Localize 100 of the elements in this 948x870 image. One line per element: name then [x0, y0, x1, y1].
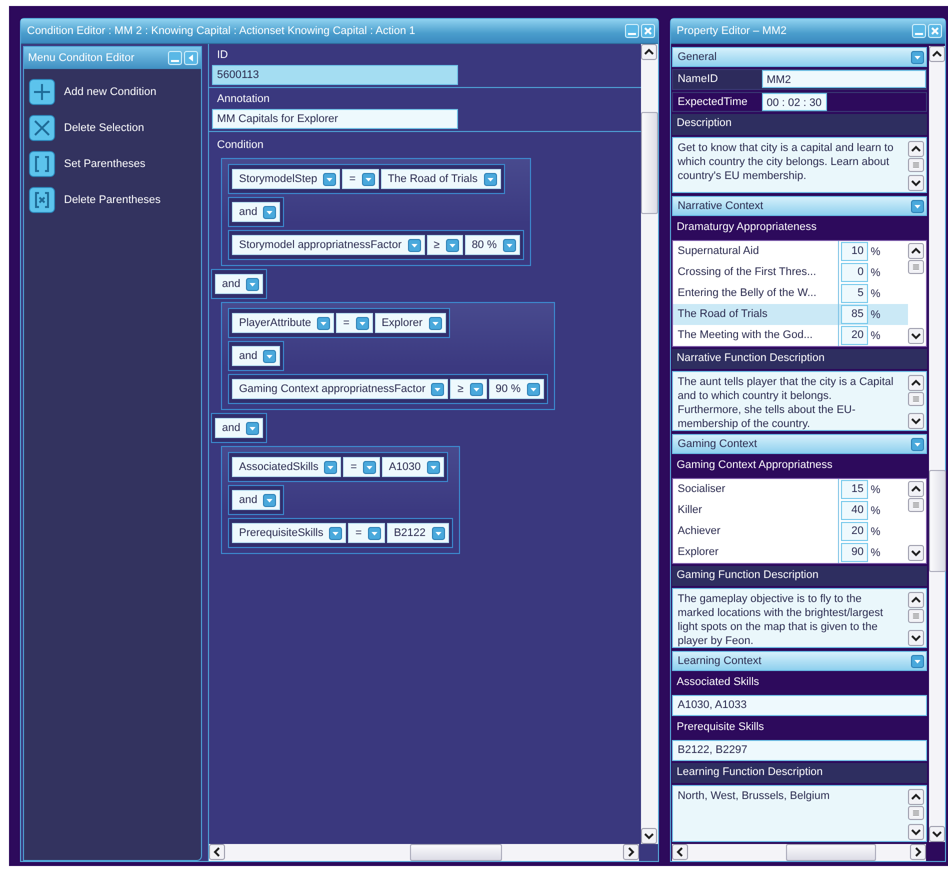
scroll-down-button[interactable]: [908, 328, 924, 344]
caret-icon[interactable]: [324, 460, 338, 474]
scrollbar-thumb[interactable]: [786, 844, 876, 861]
dropdown[interactable]: =: [348, 523, 385, 543]
scrollbar-thumb[interactable]: [908, 260, 924, 274]
text-field[interactable]: 00 : 02 : 30: [762, 93, 827, 112]
dropdown[interactable]: 90 %: [488, 379, 544, 399]
percent-field[interactable]: 20: [840, 522, 868, 542]
caret-icon[interactable]: [317, 316, 330, 330]
caret-icon[interactable]: [263, 206, 276, 218]
scroll-up-button[interactable]: [908, 789, 924, 806]
scroll-up-button[interactable]: [908, 592, 924, 608]
dropdown[interactable]: and: [232, 346, 280, 366]
caret-icon[interactable]: [526, 382, 540, 396]
dropdown[interactable]: Explorer: [374, 313, 446, 333]
caret-icon[interactable]: [329, 526, 342, 540]
minimize-icon[interactable]: [624, 24, 639, 38]
expand-caret-icon[interactable]: [911, 438, 924, 451]
dropdown[interactable]: ≥: [450, 379, 487, 399]
dropdown[interactable]: =: [343, 457, 380, 477]
scrollbar-thumb[interactable]: [929, 470, 946, 572]
horizontal-scrollbar[interactable]: [209, 844, 639, 861]
text-area[interactable]: The gameplay objective is to fly to the marked locations with the brightest/largest light spots on the map that is given to the player by Feon.: [672, 588, 927, 648]
scrollbar-thumb[interactable]: [908, 609, 924, 624]
caret-icon[interactable]: [470, 382, 483, 396]
list-row[interactable]: Crossing of the First Thres... 0 %: [672, 262, 908, 284]
dropdown[interactable]: =: [342, 169, 379, 189]
expand-caret-icon[interactable]: [911, 654, 924, 668]
list-row[interactable]: Killer 40 %: [672, 500, 908, 522]
scroll-left-button[interactable]: [672, 844, 688, 860]
scrollbar-thumb[interactable]: [410, 844, 502, 861]
scroll-up-button[interactable]: [640, 44, 657, 60]
minimize-icon[interactable]: [168, 51, 182, 65]
scroll-left-button[interactable]: [209, 844, 225, 860]
dropdown[interactable]: StorymodelStep: [232, 169, 340, 189]
list-row[interactable]: Supernatural Aid 10 %: [672, 241, 908, 262]
caret-icon[interactable]: [502, 238, 516, 252]
text-field[interactable]: 5600113: [212, 65, 458, 85]
list-row[interactable]: Socialiser 15 %: [672, 479, 908, 500]
scrollbar-thumb[interactable]: [908, 392, 924, 406]
scrollbar-thumb[interactable]: [908, 498, 924, 512]
caret-icon[interactable]: [263, 350, 276, 362]
scroll-up-button[interactable]: [929, 46, 945, 62]
menu-item[interactable]: Delete Selection: [24, 115, 201, 141]
percent-field[interactable]: 0: [840, 263, 868, 282]
caret-icon[interactable]: [362, 172, 375, 186]
dropdown[interactable]: and: [232, 490, 280, 510]
vertical-scrollbar[interactable]: [908, 479, 924, 564]
vertical-scrollbar[interactable]: [640, 44, 658, 844]
percent-field[interactable]: 5: [840, 284, 868, 304]
scroll-down-button[interactable]: [929, 826, 945, 842]
caret-icon[interactable]: [246, 278, 260, 290]
vertical-scrollbar[interactable]: [929, 46, 945, 842]
dropdown[interactable]: B2122: [386, 523, 449, 543]
caret-icon[interactable]: [323, 172, 336, 186]
caret-icon[interactable]: [432, 526, 445, 540]
scroll-down-button[interactable]: [908, 413, 924, 430]
section-header[interactable]: Gaming Context: [672, 434, 927, 454]
dropdown[interactable]: AssociatedSkills: [232, 457, 342, 477]
caret-icon[interactable]: [263, 494, 276, 506]
scroll-down-button[interactable]: [908, 175, 924, 192]
text-field[interactable]: MM Capitals for Explorer: [212, 109, 458, 129]
close-icon[interactable]: [640, 24, 655, 38]
section-header[interactable]: Learning Context: [672, 651, 927, 672]
caret-icon[interactable]: [484, 172, 497, 186]
scroll-right-button[interactable]: [910, 844, 926, 860]
vertical-scrollbar[interactable]: [908, 375, 924, 430]
percent-field[interactable]: 15: [840, 480, 868, 500]
dropdown[interactable]: PrerequisiteSkills: [232, 523, 346, 543]
scroll-up-button[interactable]: [908, 481, 924, 498]
list-row[interactable]: The Road of Trials 85 %: [672, 304, 908, 326]
text-area[interactable]: Get to know that city is a capital and learn to which country the city belongs. Learn about country's EU membership.: [672, 136, 927, 194]
text-area[interactable]: North, West, Brussels, Belgium: [672, 785, 927, 842]
expand-caret-icon[interactable]: [911, 200, 924, 213]
caret-icon[interactable]: [246, 422, 260, 434]
list-row[interactable]: Explorer 90 %: [672, 542, 908, 564]
scroll-up-button[interactable]: [908, 140, 924, 157]
menu-item[interactable]: Add new Condition: [24, 79, 201, 105]
scroll-down-button[interactable]: [908, 824, 924, 840]
caret-icon[interactable]: [426, 460, 440, 474]
text-area[interactable]: The aunt tells player that the city is a Capital and to which country it belongs. Furthermore, she tells about the EU-membership of the country.: [672, 371, 927, 432]
collapse-left-icon[interactable]: [184, 51, 198, 65]
dropdown[interactable]: and: [232, 202, 280, 222]
minimize-icon[interactable]: [912, 24, 926, 38]
dropdown[interactable]: A1030: [382, 457, 444, 477]
dropdown[interactable]: 80 %: [464, 235, 520, 255]
percent-field[interactable]: 90: [840, 543, 868, 562]
section-header[interactable]: General: [672, 47, 927, 67]
text-field[interactable]: A1030, A1033: [672, 695, 927, 716]
caret-icon[interactable]: [368, 526, 381, 540]
caret-icon[interactable]: [356, 316, 369, 330]
menu-item[interactable]: Set Parentheses: [24, 151, 201, 177]
caret-icon[interactable]: [362, 460, 376, 474]
dropdown[interactable]: Storymodel appropriatnessFactor: [232, 235, 425, 255]
caret-icon[interactable]: [408, 238, 421, 252]
vertical-scrollbar[interactable]: [908, 592, 924, 646]
percent-field[interactable]: 85: [840, 305, 868, 324]
vertical-scrollbar[interactable]: [908, 789, 924, 840]
percent-field[interactable]: 10: [840, 242, 868, 262]
list-row[interactable]: The Meeting with the God... 20 %: [672, 325, 908, 346]
